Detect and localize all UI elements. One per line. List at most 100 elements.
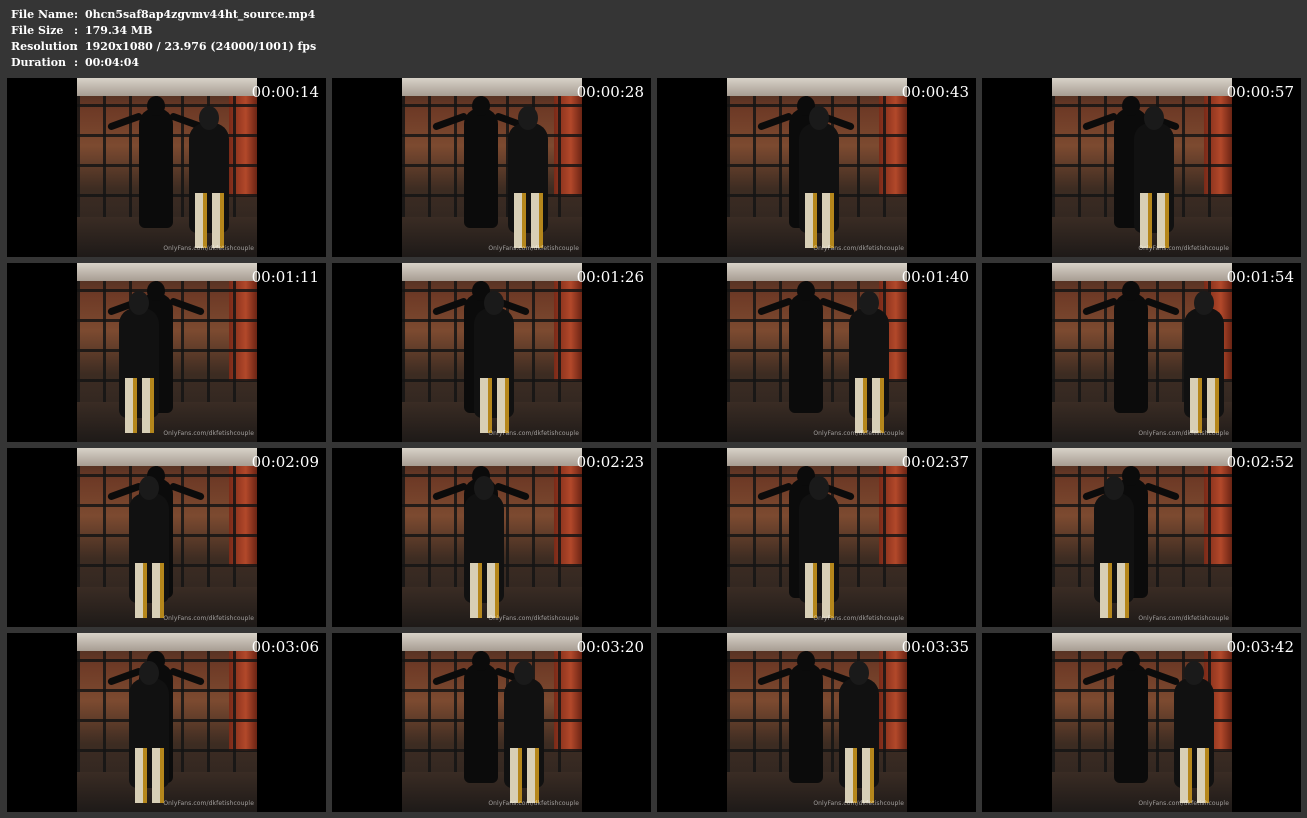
info-row-file-name: File Name : 0hcn5saf8ap4zgvmv44ht_source… bbox=[11, 7, 316, 23]
frame-ceiling bbox=[727, 78, 907, 96]
thumbnail-grid: OnlyFans.com/dkfetishcouple 00:00:14 OnlyF… bbox=[7, 78, 1301, 812]
watermark-text: OnlyFans.com/dkfetishcouple bbox=[1138, 615, 1229, 622]
watermark-text: OnlyFans.com/dkfetishcouple bbox=[1138, 245, 1229, 252]
figure-silhouette bbox=[195, 193, 207, 248]
video-frame-image: OnlyFans.com/dkfetishcouple bbox=[402, 263, 582, 442]
watermark-text: OnlyFans.com/dkfetishcouple bbox=[163, 615, 254, 622]
timestamp-label: 00:01:26 bbox=[576, 268, 644, 286]
video-frame-image: OnlyFans.com/dkfetishcouple bbox=[402, 633, 582, 812]
video-frame-image: OnlyFans.com/dkfetishcouple bbox=[402, 78, 582, 257]
figure-silhouette bbox=[1114, 663, 1148, 783]
frame-ceiling bbox=[727, 448, 907, 466]
figure-silhouette bbox=[789, 293, 823, 413]
figure-silhouette bbox=[1140, 193, 1152, 248]
figure-silhouette bbox=[135, 563, 147, 618]
watermark-text: OnlyFans.com/dkfetishcouple bbox=[1138, 430, 1229, 437]
watermark-text: OnlyFans.com/dkfetishcouple bbox=[163, 430, 254, 437]
figure-silhouette bbox=[464, 663, 498, 783]
figure-silhouette bbox=[472, 96, 490, 116]
thumbnail[interactable]: OnlyFans.com/dkfetishcouple 00:01:54 bbox=[982, 263, 1301, 442]
watermark-text: OnlyFans.com/dkfetishcouple bbox=[813, 615, 904, 622]
frame-ceiling bbox=[402, 448, 582, 466]
file-info-header: File Name : 0hcn5saf8ap4zgvmv44ht_source… bbox=[11, 7, 316, 71]
thumbnail[interactable]: OnlyFans.com/dkfetishcouple 00:00:14 bbox=[7, 78, 326, 257]
figure-silhouette bbox=[152, 748, 164, 803]
figure-silhouette bbox=[805, 563, 817, 618]
thumbnail[interactable]: OnlyFans.com/dkfetishcouple 00:02:52 bbox=[982, 448, 1301, 627]
figure-silhouette bbox=[855, 378, 867, 433]
thumbnail[interactable]: OnlyFans.com/dkfetishcouple 00:00:43 bbox=[657, 78, 976, 257]
video-frame-image: OnlyFans.com/dkfetishcouple bbox=[77, 78, 257, 257]
timestamp-label: 00:01:11 bbox=[251, 268, 319, 286]
timestamp-label: 00:03:06 bbox=[251, 638, 319, 656]
info-value: 0hcn5saf8ap4zgvmv44ht_source.mp4 bbox=[85, 8, 316, 21]
figure-silhouette bbox=[845, 748, 857, 803]
timestamp-label: 00:02:37 bbox=[901, 453, 969, 471]
figure-silhouette bbox=[142, 378, 154, 433]
video-frame-image: OnlyFans.com/dkfetishcouple bbox=[727, 448, 907, 627]
figure-silhouette bbox=[212, 193, 224, 248]
watermark-text: OnlyFans.com/dkfetishcouple bbox=[813, 800, 904, 807]
thumbnail[interactable]: OnlyFans.com/dkfetishcouple 00:03:35 bbox=[657, 633, 976, 812]
figure-silhouette bbox=[514, 193, 526, 248]
figure-silhouette bbox=[1114, 293, 1148, 413]
thumbnail[interactable]: OnlyFans.com/dkfetishcouple 00:01:40 bbox=[657, 263, 976, 442]
info-row-duration: Duration : 00:04:04 bbox=[11, 55, 316, 71]
video-frame-image: OnlyFans.com/dkfetishcouple bbox=[77, 633, 257, 812]
figure-silhouette bbox=[1180, 748, 1192, 803]
figure-silhouette bbox=[809, 476, 829, 500]
thumbnail[interactable]: OnlyFans.com/dkfetishcouple 00:02:23 bbox=[332, 448, 651, 627]
timestamp-label: 00:01:40 bbox=[901, 268, 969, 286]
info-row-resolution: Resolution : 1920x1080 / 23.976 (24000/1… bbox=[11, 39, 316, 55]
thumbnail[interactable]: OnlyFans.com/dkfetishcouple 00:00:28 bbox=[332, 78, 651, 257]
thumbnail[interactable]: OnlyFans.com/dkfetishcouple 00:03:42 bbox=[982, 633, 1301, 812]
figure-silhouette bbox=[1157, 193, 1169, 248]
frame-ceiling bbox=[77, 448, 257, 466]
contact-sheet: File Name : 0hcn5saf8ap4zgvmv44ht_source… bbox=[0, 0, 1307, 818]
figure-silhouette bbox=[859, 291, 879, 315]
watermark-text: OnlyFans.com/dkfetishcouple bbox=[488, 245, 579, 252]
thumbnail[interactable]: OnlyFans.com/dkfetishcouple 00:03:06 bbox=[7, 633, 326, 812]
figure-silhouette bbox=[147, 96, 165, 116]
figure-silhouette bbox=[518, 106, 538, 130]
figure-silhouette bbox=[1100, 563, 1112, 618]
watermark-text: OnlyFans.com/dkfetishcouple bbox=[488, 615, 579, 622]
frame-ceiling bbox=[77, 263, 257, 281]
video-frame-image: OnlyFans.com/dkfetishcouple bbox=[1052, 633, 1232, 812]
figure-silhouette bbox=[872, 378, 884, 433]
frame-ceiling bbox=[77, 78, 257, 96]
figure-silhouette bbox=[464, 108, 498, 228]
timestamp-label: 00:00:57 bbox=[1226, 83, 1294, 101]
frame-ceiling bbox=[1052, 633, 1232, 651]
timestamp-label: 00:00:28 bbox=[576, 83, 644, 101]
figure-silhouette bbox=[1184, 661, 1204, 685]
figure-silhouette bbox=[510, 748, 522, 803]
info-row-file-size: File Size : 179.34 MB bbox=[11, 23, 316, 39]
video-frame-image: OnlyFans.com/dkfetishcouple bbox=[727, 633, 907, 812]
figure-silhouette bbox=[497, 378, 509, 433]
figure-silhouette bbox=[1197, 748, 1209, 803]
figure-silhouette bbox=[514, 661, 534, 685]
watermark-text: OnlyFans.com/dkfetishcouple bbox=[488, 430, 579, 437]
thumbnail[interactable]: OnlyFans.com/dkfetishcouple 00:00:57 bbox=[982, 78, 1301, 257]
figure-silhouette bbox=[1207, 378, 1219, 433]
timestamp-label: 00:03:35 bbox=[901, 638, 969, 656]
frame-ceiling bbox=[402, 263, 582, 281]
figure-silhouette bbox=[1122, 281, 1140, 301]
info-value: 1920x1080 / 23.976 (24000/1001) fps bbox=[85, 40, 317, 53]
thumbnail[interactable]: OnlyFans.com/dkfetishcouple 00:01:26 bbox=[332, 263, 651, 442]
video-frame-image: OnlyFans.com/dkfetishcouple bbox=[1052, 448, 1232, 627]
info-separator: : bbox=[74, 8, 79, 21]
thumbnail[interactable]: OnlyFans.com/dkfetishcouple 00:02:09 bbox=[7, 448, 326, 627]
frame-ceiling bbox=[1052, 78, 1232, 96]
figure-silhouette bbox=[139, 476, 159, 500]
timestamp-label: 00:03:20 bbox=[576, 638, 644, 656]
info-separator: : bbox=[74, 56, 79, 69]
timestamp-label: 00:00:14 bbox=[251, 83, 319, 101]
figure-silhouette bbox=[527, 748, 539, 803]
timestamp-label: 00:02:52 bbox=[1226, 453, 1294, 471]
thumbnail[interactable]: OnlyFans.com/dkfetishcouple 00:01:11 bbox=[7, 263, 326, 442]
figure-silhouette bbox=[480, 378, 492, 433]
thumbnail[interactable]: OnlyFans.com/dkfetishcouple 00:02:37 bbox=[657, 448, 976, 627]
thumbnail[interactable]: OnlyFans.com/dkfetishcouple 00:03:20 bbox=[332, 633, 651, 812]
